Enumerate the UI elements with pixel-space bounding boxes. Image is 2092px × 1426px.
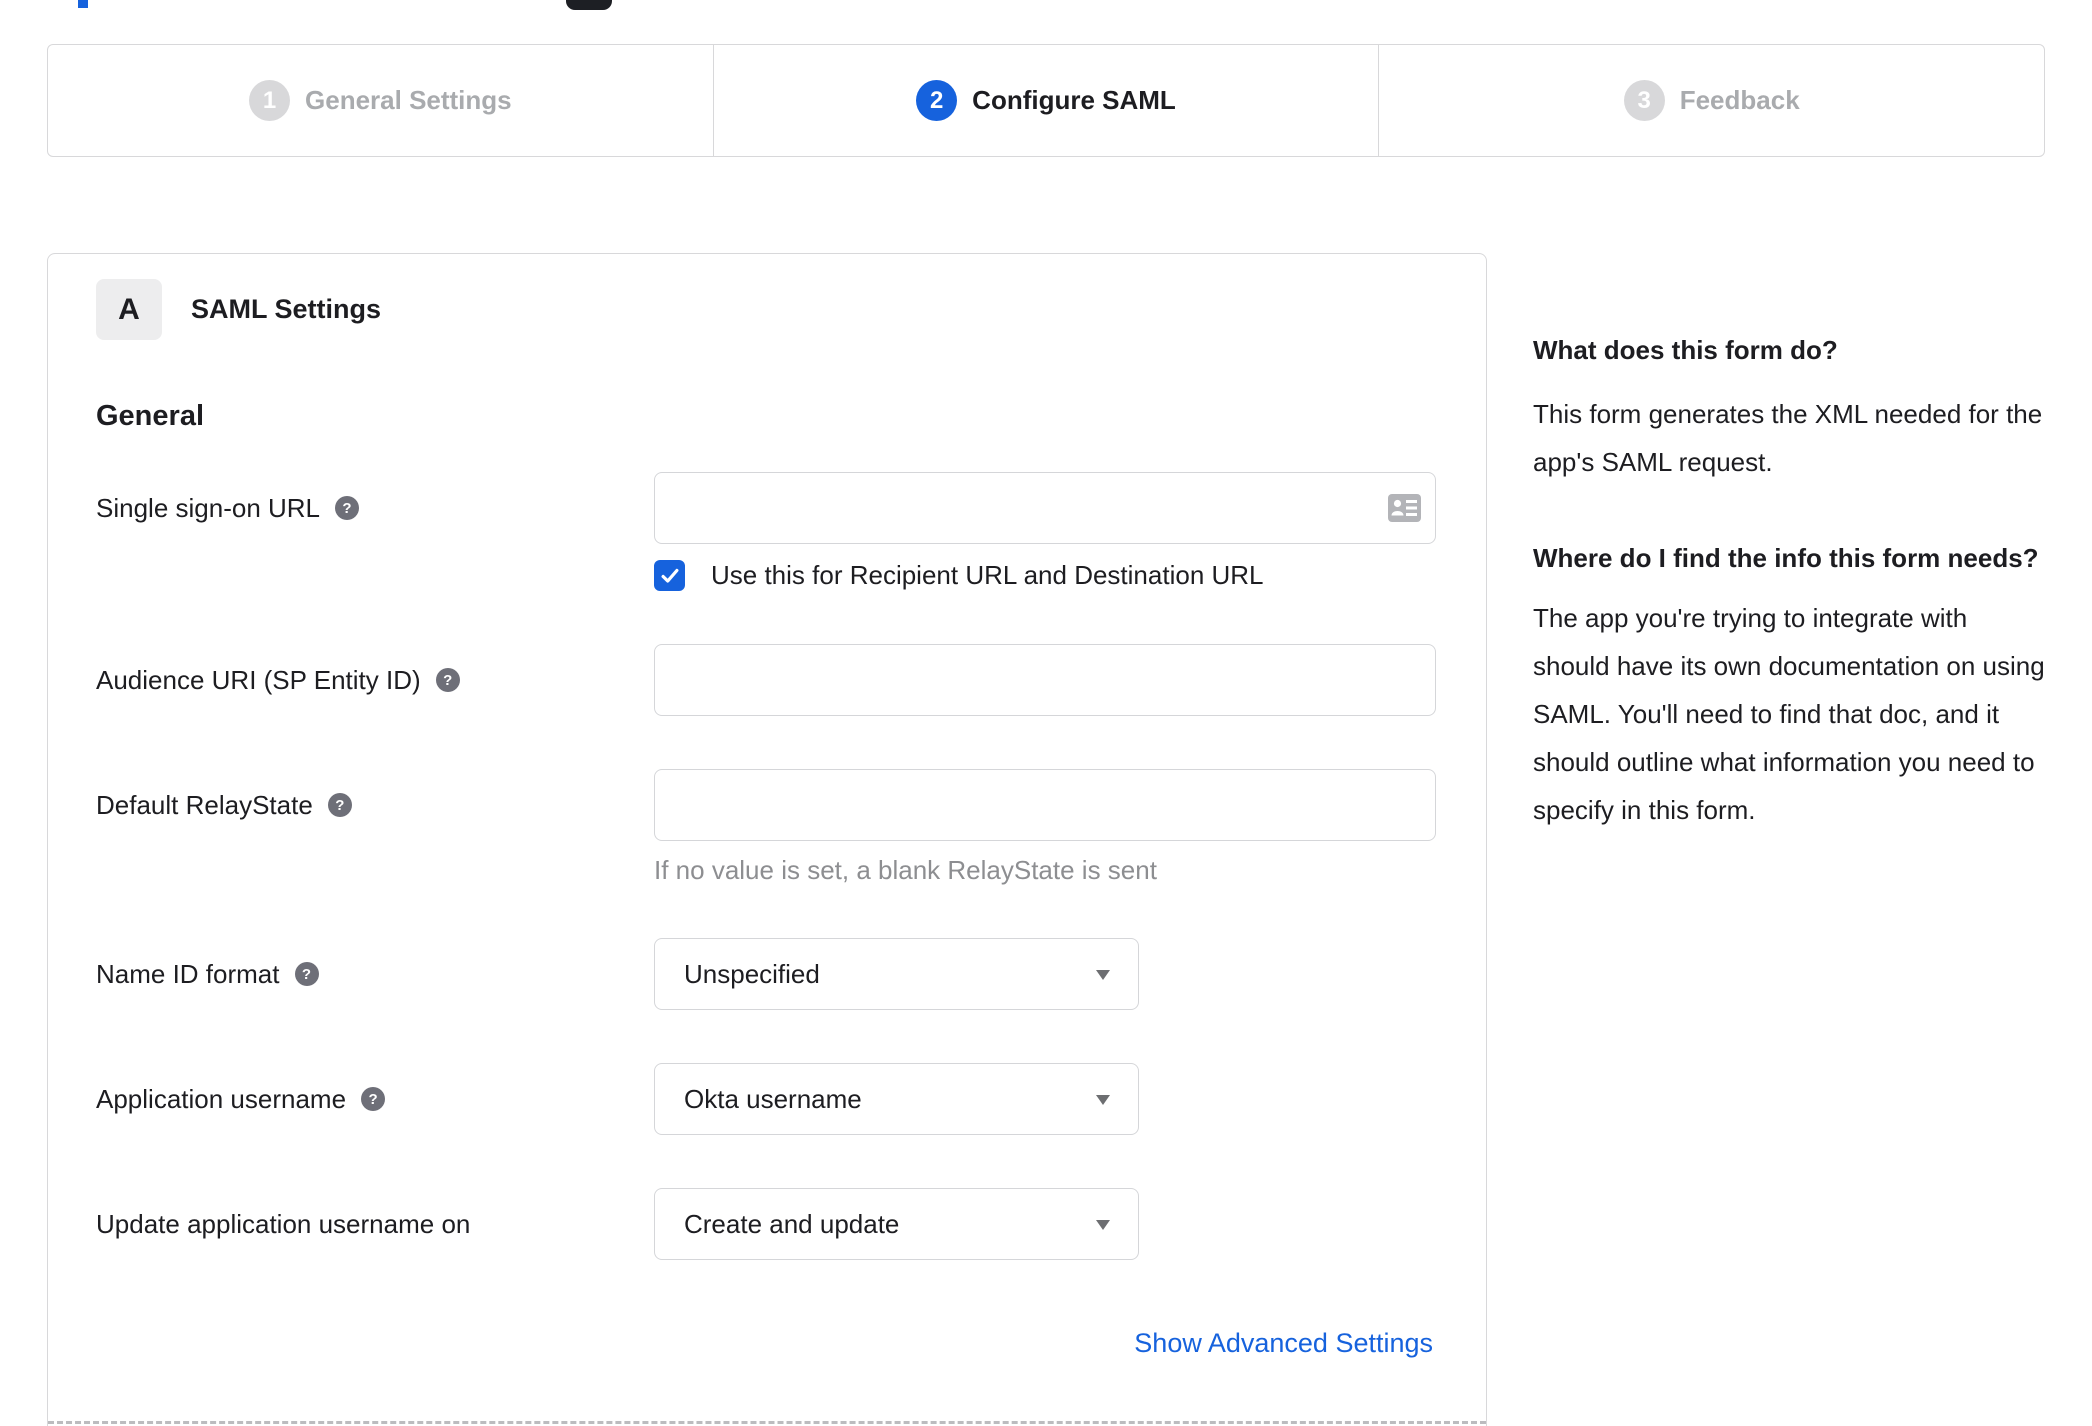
sidebar-question-1: What does this form do? bbox=[1533, 335, 1838, 365]
caret-down-icon bbox=[1096, 1095, 1110, 1105]
step-general-settings[interactable]: 1 General Settings bbox=[48, 45, 713, 156]
field-row-update-application-username: Update application username on Create an… bbox=[96, 1188, 1434, 1260]
field-control: If no value is set, a blank RelayState i… bbox=[654, 769, 1436, 885]
step-3-label: Feedback bbox=[1679, 85, 1800, 115]
cutoff-dark-element-fragment bbox=[566, 0, 612, 10]
field-label-wrap: Application username ? bbox=[96, 1063, 654, 1135]
audience-uri-label: Audience URI (SP Entity ID) bbox=[96, 664, 421, 695]
checkmark-icon bbox=[661, 568, 678, 583]
caret-down-icon bbox=[1096, 1220, 1110, 1230]
relaystate-helper-text: If no value is set, a blank RelayState i… bbox=[654, 855, 1157, 885]
field-row-single-sign-on-url: Single sign-on URL ? Use this for Recipi… bbox=[96, 472, 1436, 591]
application-username-select[interactable]: Okta username bbox=[654, 1063, 1139, 1135]
update-application-username-label: Update application username on bbox=[96, 1208, 471, 1239]
name-id-format-label: Name ID format bbox=[96, 958, 280, 989]
field-row-application-username: Application username ? Okta username bbox=[96, 1063, 1434, 1135]
help-sidebar: What does this form do? This form genera… bbox=[1533, 326, 2047, 834]
section-a-badge: A bbox=[96, 279, 162, 340]
default-relaystate-input[interactable] bbox=[654, 769, 1436, 841]
help-icon[interactable]: ? bbox=[435, 668, 460, 692]
single-sign-on-url-input-wrap bbox=[654, 472, 1436, 544]
recipient-url-checkbox-row: Use this for Recipient URL and Destinati… bbox=[654, 560, 1436, 591]
application-username-selected-value: Okta username bbox=[684, 1083, 862, 1114]
step-feedback[interactable]: 3 Feedback bbox=[1378, 45, 2044, 156]
sidebar-question-2: Where do I find the info this form needs… bbox=[1533, 543, 2039, 573]
field-label-wrap: Name ID format ? bbox=[96, 938, 654, 1010]
field-control: Create and update bbox=[654, 1188, 1434, 1260]
field-control: Okta username bbox=[654, 1063, 1434, 1135]
step-1-label: General Settings bbox=[305, 85, 512, 115]
panel-title: SAML Settings bbox=[191, 294, 382, 324]
field-label-wrap: Update application username on bbox=[96, 1188, 654, 1260]
field-label-wrap: Default RelayState ? bbox=[96, 769, 654, 841]
step-1-number-badge: 1 bbox=[249, 80, 291, 121]
audience-uri-input[interactable] bbox=[654, 644, 1436, 716]
step-configure-saml[interactable]: 2 Configure SAML bbox=[712, 45, 1379, 156]
step-2-number-badge: 2 bbox=[916, 80, 958, 121]
saml-setup-page: 1 General Settings 2 Configure SAML 3 Fe… bbox=[0, 0, 2092, 1426]
single-sign-on-url-label: Single sign-on URL bbox=[96, 492, 321, 523]
update-application-username-select[interactable]: Create and update bbox=[654, 1188, 1139, 1260]
field-row-audience-uri: Audience URI (SP Entity ID) ? bbox=[96, 644, 1436, 716]
help-icon[interactable]: ? bbox=[294, 962, 319, 986]
recipient-url-checkbox-label: Use this for Recipient URL and Destinati… bbox=[711, 560, 1264, 590]
panel-dashed-divider bbox=[48, 1421, 1486, 1424]
show-advanced-settings-link[interactable]: Show Advanced Settings bbox=[1134, 1328, 1433, 1358]
cutoff-blue-tab-fragment bbox=[78, 0, 88, 8]
wizard-stepper: 1 General Settings 2 Configure SAML 3 Fe… bbox=[47, 44, 2045, 157]
field-label-wrap: Audience URI (SP Entity ID) ? bbox=[96, 644, 654, 716]
field-control: Use this for Recipient URL and Destinati… bbox=[654, 472, 1436, 591]
advanced-settings-row: Show Advanced Settings bbox=[96, 1328, 1434, 1359]
field-label-wrap: Single sign-on URL ? bbox=[96, 472, 654, 544]
field-row-name-id-format: Name ID format ? Unspecified bbox=[96, 938, 1434, 1010]
general-section-heading: General bbox=[96, 400, 204, 432]
help-icon[interactable]: ? bbox=[327, 793, 352, 817]
name-id-format-select[interactable]: Unspecified bbox=[654, 938, 1139, 1010]
help-icon[interactable]: ? bbox=[335, 496, 360, 520]
name-id-format-selected-value: Unspecified bbox=[684, 958, 820, 989]
field-control: Unspecified bbox=[654, 938, 1434, 1010]
step-2-label: Configure SAML bbox=[972, 85, 1176, 115]
field-row-default-relaystate: Default RelayState ? If no value is set,… bbox=[96, 769, 1436, 885]
saml-settings-panel: A SAML Settings General Single sign-on U… bbox=[47, 253, 1487, 1426]
application-username-label: Application username bbox=[96, 1083, 347, 1114]
single-sign-on-url-input[interactable] bbox=[654, 472, 1436, 544]
contact-card-icon[interactable] bbox=[1388, 494, 1421, 522]
default-relaystate-label: Default RelayState bbox=[96, 789, 313, 820]
panel-header: A SAML Settings bbox=[96, 279, 1434, 340]
sidebar-answer-2: The app you're trying to integrate with … bbox=[1533, 603, 2045, 825]
sidebar-answer-1: This form generates the XML needed for t… bbox=[1533, 399, 2043, 477]
update-application-username-selected-value: Create and update bbox=[684, 1208, 900, 1239]
help-icon[interactable]: ? bbox=[361, 1087, 386, 1111]
field-control bbox=[654, 644, 1436, 716]
step-3-number-badge: 3 bbox=[1623, 80, 1665, 121]
caret-down-icon bbox=[1096, 970, 1110, 980]
recipient-url-checkbox[interactable] bbox=[654, 560, 685, 591]
